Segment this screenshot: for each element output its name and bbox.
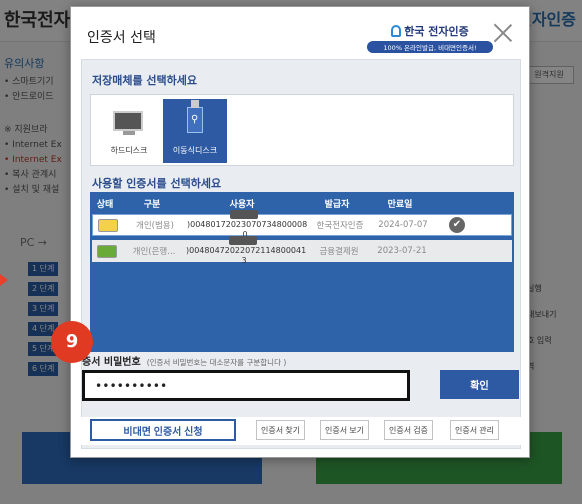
password-hint: (인증서 비밀번호는 대소문자를 구분합니다 ) <box>146 358 287 367</box>
usb-drive-icon: ⚲ <box>187 100 203 133</box>
header-status: 상태 <box>96 199 114 210</box>
confirm-button[interactable]: 확인 <box>440 370 519 399</box>
monitor-icon <box>113 111 143 131</box>
red-arrow-icon <box>0 274 8 286</box>
brand-mark-icon <box>391 25 402 37</box>
storage-removable-disk[interactable]: ⚲ 이동식디스크 <box>163 99 227 163</box>
storage-item-label: 이동식디스크 <box>172 146 218 155</box>
header-expiry: 만료일 <box>387 199 413 210</box>
header-type: 구분 <box>143 199 161 210</box>
brand-tagline: 100% 온라인발급, 비대면인증서! <box>367 41 493 53</box>
dialog-action-bar: 비대면 인증서 신청 인증서 찾기 인증서 보기 인증서 검증 인증서 관리 <box>80 417 524 445</box>
find-cert-button[interactable]: 인증서 찾기 <box>256 420 306 440</box>
password-input[interactable] <box>82 370 410 401</box>
checkmark-icon: ✔ <box>449 217 465 233</box>
close-icon[interactable] <box>492 22 514 44</box>
storage-selector: 하드디스크 ⚲ 이동식디스크 <box>90 94 514 166</box>
view-cert-button[interactable]: 인증서 보기 <box>320 420 370 440</box>
storage-hard-disk[interactable]: 하드디스크 <box>97 99 161 163</box>
masked-name <box>229 236 257 245</box>
cert-type: 개인(범용) <box>136 221 174 231</box>
cert-serial: )00480472022072114800041​3 <box>186 246 307 265</box>
dialog-header: 인증서 선택 한국 전자인증 100% 온라인발급, 비대면인증서! <box>71 7 529 63</box>
apply-contactless-cert-button[interactable]: 비대면 인증서 신청 <box>90 419 236 441</box>
header-issuer: 발급자 <box>324 199 350 210</box>
storage-item-label: 하드디스크 <box>110 146 148 155</box>
masked-name <box>230 210 258 219</box>
cert-label: 사용할 인증서를 선택하세요 <box>92 177 222 190</box>
header-user: 사용자 <box>229 199 255 210</box>
password-label: 증서 비밀번호 (인증서 비밀번호는 대소문자를 구분합니다 ) <box>82 357 287 368</box>
certificate-card-icon <box>97 244 117 258</box>
brand-name: 한국 전자인증 <box>404 25 469 38</box>
certificate-table: 상태 구분 사용자 발급자 만료일 개인(범용) )00480172023070… <box>90 192 514 352</box>
certificate-card-icon <box>98 218 118 232</box>
step-badge: 9 <box>51 321 93 363</box>
brand-logo: 한국 전자인증 100% 온라인발급, 비대면인증서! <box>367 23 493 53</box>
cert-issuer: 금융결제원 <box>319 247 359 257</box>
dialog-title: 인증서 선택 <box>87 30 156 46</box>
cert-expiry: 2023-07-21 <box>377 246 427 256</box>
verify-cert-button[interactable]: 인증서 검증 <box>384 420 434 440</box>
table-row[interactable]: 개인(범용) )00480172023070734800008​0 한국전자인증… <box>92 210 512 239</box>
cert-type: 개인(은행... <box>132 247 176 257</box>
cert-expiry: 2024-07-07 <box>378 220 428 230</box>
storage-label: 저장매체를 선택하세요 <box>92 74 198 87</box>
cert-issuer: 한국전자인증 <box>316 221 364 231</box>
manage-cert-button[interactable]: 인증서 관리 <box>450 420 500 440</box>
table-row[interactable]: 개인(은행... )00480472022072114800041​3 금융결제… <box>92 236 512 265</box>
